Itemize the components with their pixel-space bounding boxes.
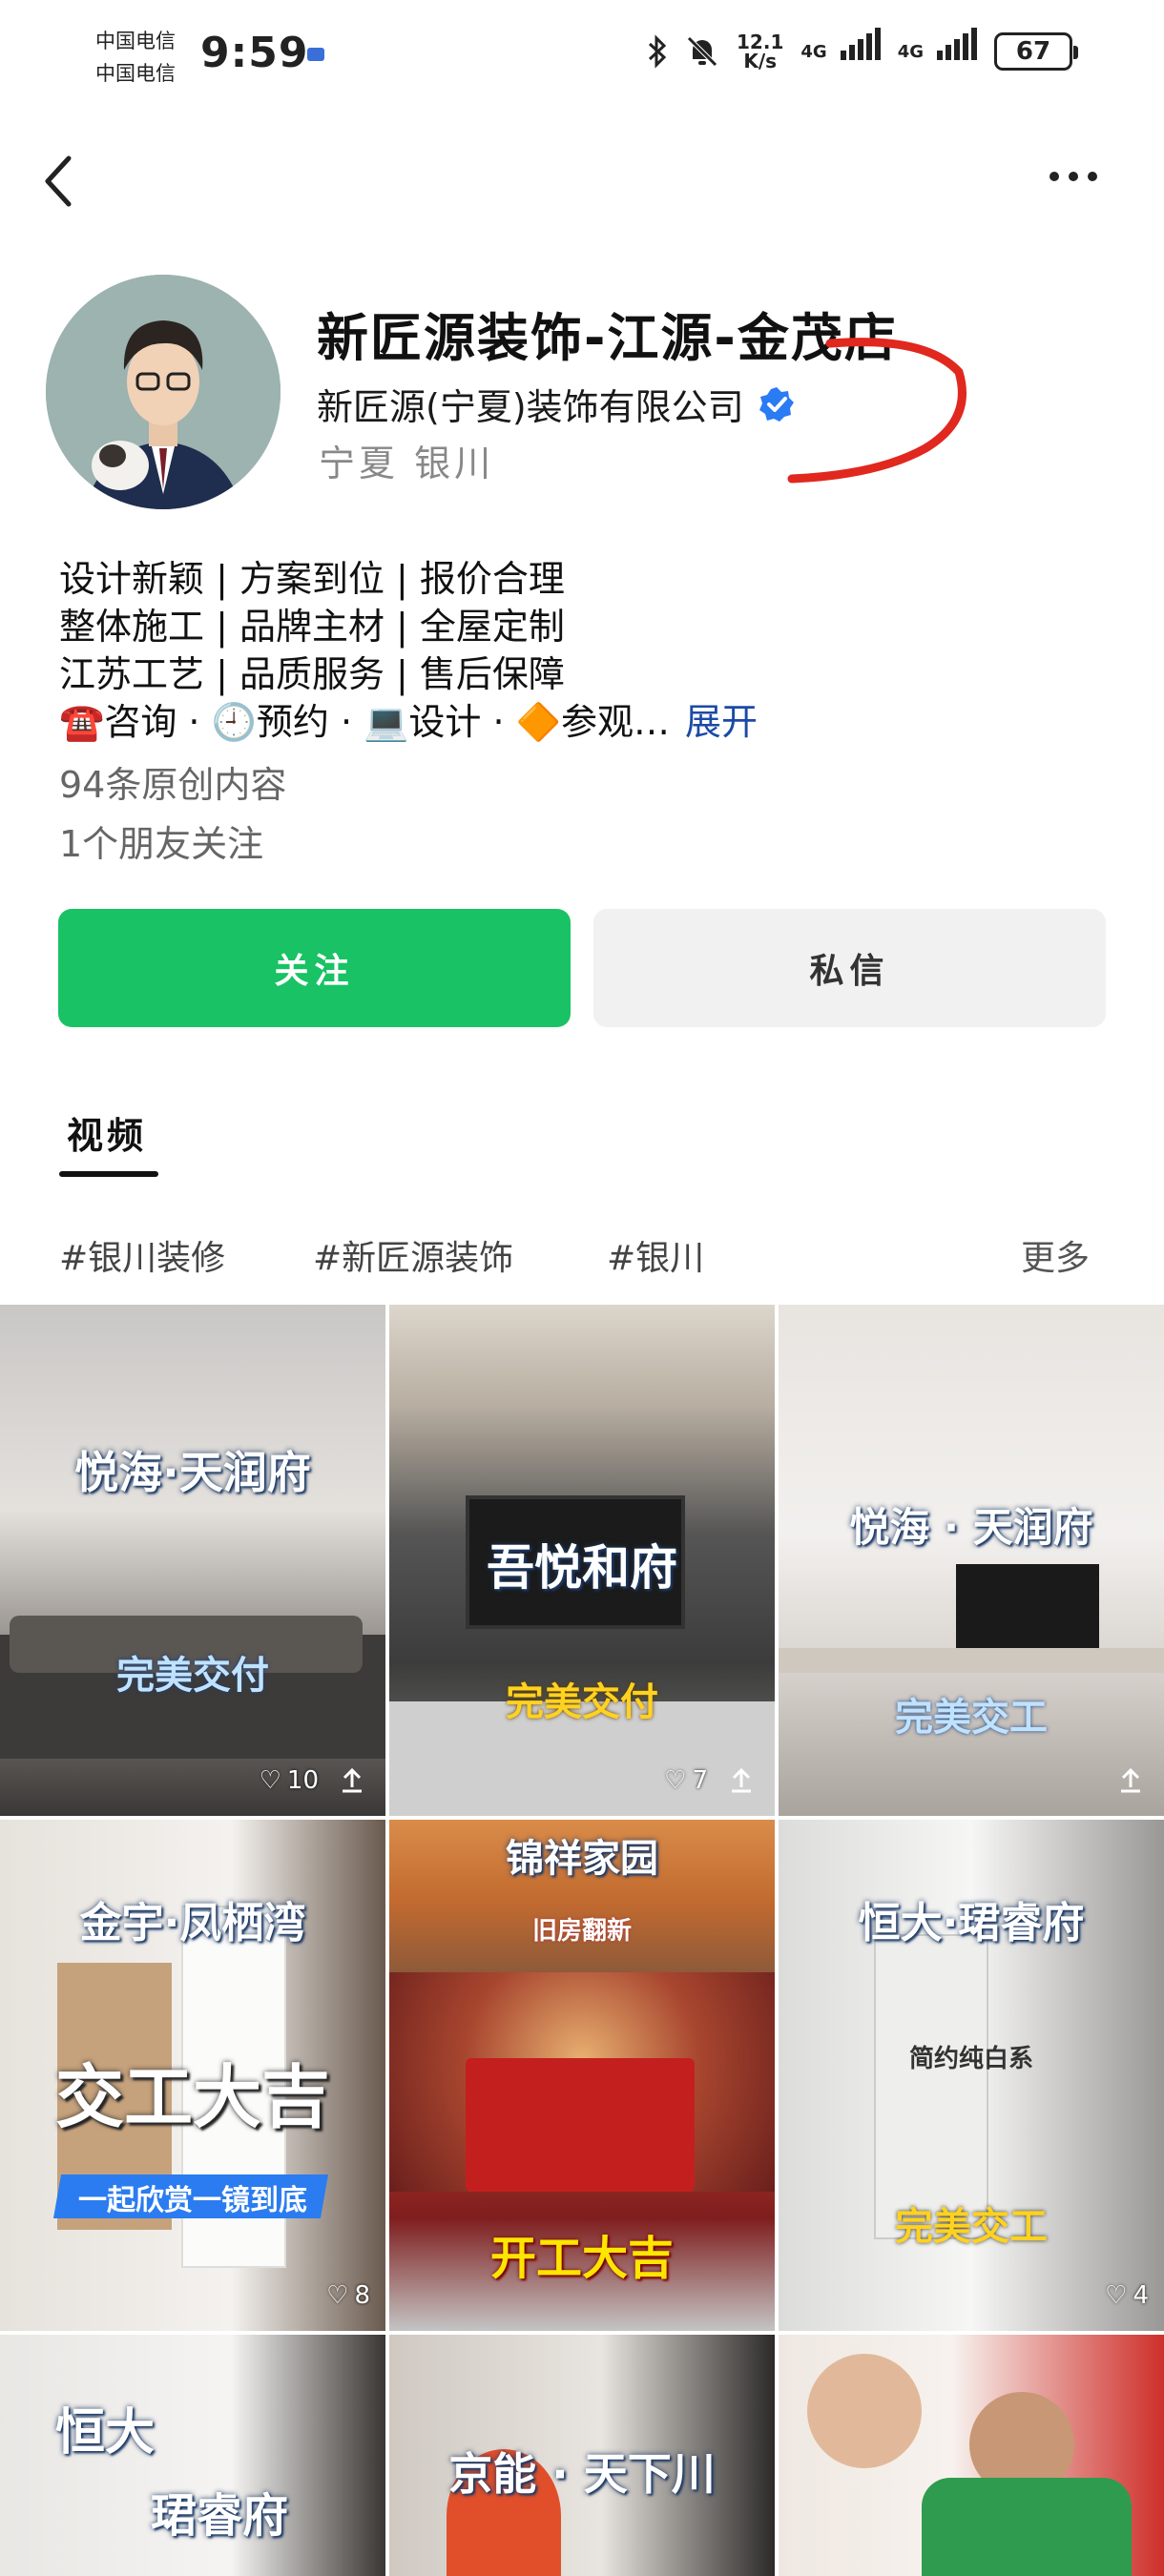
video-title: 悦海·天润府 [74,1447,311,1498]
like-count: ♡ 10 [259,1766,319,1795]
bio: 设计新颖 | 方案到位 | 报价合理 整体施工 | 品牌主材 | 全屋定制 江苏… [59,555,758,746]
video-tile[interactable]: 悦海·天润府 完美交付 ♡ 10 [0,1305,385,1816]
video-title: 恒大 [54,2404,155,2462]
like-count: ♡ 4 [1105,2281,1149,2310]
original-count: 94条原创内容 [59,764,287,806]
video-title: 金宇·凤栖湾 [79,1899,306,1947]
like-count: ♡ 7 [664,1766,708,1795]
carrier-labels: 中国电信 中国电信 [95,25,176,90]
video-subtitle: 开工大吉 [489,2232,674,2285]
signal-2: 4G [898,27,977,62]
more-options-icon[interactable] [1050,172,1097,181]
signal-1: 4G [800,27,881,62]
avatar-illustration [46,275,281,509]
bio-line: 设计新颖 | 方案到位 | 报价合理 [59,558,565,600]
signal-bars-icon [840,27,881,60]
video-title: 吾悦和府 [487,1540,677,1596]
tab-indicator [59,1171,158,1177]
video-tile[interactable] [779,2335,1164,2576]
video-tile[interactable]: 金宇·凤栖湾 交工大吉 一起欣赏一镜到底 ♡ 8 [0,1820,385,2331]
bio-line-short: ☎️咨询 · 🕘预约 · 💻设计 · 🔶参观… 展开 [59,701,758,743]
status-bar: 中国电信 中国电信 9:59 12.1 K/s 4G 4G 67 [0,0,1164,114]
video-tile[interactable]: 锦祥家园 旧房翻新 开工大吉 [389,1820,775,2331]
share-icon[interactable] [338,1766,366,1795]
tag-row: #银川装修 #新匠源装饰 #银川 更多 [59,1230,1090,1278]
location: 宁夏 银川 [319,443,495,484]
share-icon[interactable] [727,1766,756,1795]
video-subtitle: 完美交付 [506,1680,658,1724]
tag-chip[interactable]: #银川装修 [59,1230,225,1280]
video-title: 恒大·珺睿府 [858,1899,1085,1947]
heart-icon: ♡ [664,1766,687,1795]
bio-line: 江苏工艺 | 品质服务 | 售后保障 [59,653,565,695]
friends-following[interactable]: 1个朋友关注 [59,814,263,867]
tag-chip[interactable]: #新匠源装饰 [313,1230,513,1280]
message-button[interactable]: 私信 [593,909,1106,1027]
clock: 9:59 [200,29,309,77]
expand-link[interactable]: 展开 [685,701,758,743]
video-subtitle: 交工大吉 [54,2057,330,2137]
video-caption: 旧房翻新 [531,1917,632,1946]
video-title: 锦祥家园 [506,1837,658,1881]
video-tile[interactable]: 悦海 · 天润府 完美交工 [779,1305,1164,1816]
video-title: 悦海 · 天润府 [849,1504,1093,1551]
network-speed: 12.1 K/s [737,31,784,72]
company-name: 新匠源(宁夏)装饰有限公司 [317,386,744,428]
signal-bars-icon [937,27,977,60]
video-subtitle: 完美交工 [895,1696,1048,1740]
avatar[interactable] [46,275,281,509]
follow-button[interactable]: 关注 [58,909,571,1027]
video-subtitle: 完美交付 [116,1654,269,1698]
heart-icon: ♡ [326,2281,349,2310]
heart-icon: ♡ [1105,2281,1128,2310]
video-title: 京能 · 天下川 [448,2448,716,2500]
bio-line: 整体施工 | 品牌主材 | 全屋定制 [59,606,565,648]
more-tags-link[interactable]: 更多 [1021,1230,1090,1280]
video-caption: 简约纯白系 [908,2045,1033,2073]
video-tile[interactable]: 吾悦和府 完美交付 ♡ 7 [389,1305,775,1816]
red-pen-annotation [787,338,967,484]
carrier-1: 中国电信 [95,30,176,52]
video-subtitle: 珺睿府 [150,2489,288,2543]
bluetooth-icon [648,34,667,69]
battery-indicator: 67 [994,32,1078,71]
like-count: ♡ 8 [326,2281,370,2310]
video-caption: 一起欣赏一镜到底 [78,2184,307,2217]
heart-icon: ♡ [259,1766,281,1795]
company-verification[interactable]: 新匠源(宁夏)装饰有限公司 [317,378,796,430]
video-tile[interactable]: 恒大 珺睿府 [0,2335,385,2576]
status-icons: 12.1 K/s 4G 4G 67 [647,27,1078,72]
share-icon[interactable] [1116,1766,1145,1795]
tab-videos[interactable]: 视频 [67,1106,147,1159]
video-subtitle: 完美交工 [895,2205,1048,2249]
carrier-2: 中国电信 [95,62,176,85]
back-arrow-icon[interactable] [36,153,84,210]
tag-chip[interactable]: #银川 [607,1230,704,1280]
video-tile[interactable]: 京能 · 天下川 [389,2335,775,2576]
video-tile[interactable]: 恒大·珺睿府 简约纯白系 完美交工 ♡ 4 [779,1820,1164,2331]
notification-icon [307,48,324,61]
bell-muted-icon [687,36,717,67]
